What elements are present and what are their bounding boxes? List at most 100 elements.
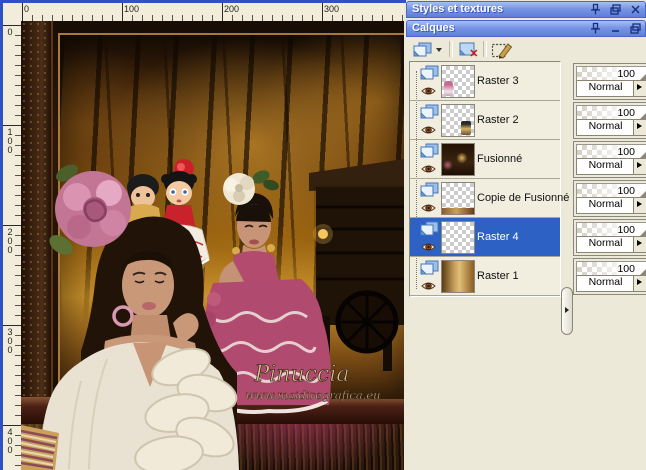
layer-properties: 100 Normal xyxy=(573,219,646,256)
opacity-value: 100 xyxy=(617,107,635,119)
dropdown-button[interactable] xyxy=(633,237,646,252)
blend-mode-dropdown[interactable]: Normal xyxy=(576,197,646,214)
blend-mode-value: Normal xyxy=(588,198,623,210)
layer-row[interactable]: Copie de Fusionné xyxy=(410,179,569,218)
pin-icon[interactable] xyxy=(589,22,602,35)
ruler-label: 200 xyxy=(224,4,240,14)
layer-properties: 100 Normal xyxy=(573,63,646,100)
dropdown-arrow-icon xyxy=(435,47,442,52)
splitter-handle[interactable] xyxy=(561,287,573,335)
styles-textures-titlebar[interactable]: Styles et textures xyxy=(406,1,646,18)
opacity-value: 100 xyxy=(617,146,635,158)
blend-mode-value: Normal xyxy=(588,81,623,93)
ruler-label: 0 xyxy=(5,27,15,36)
pin-icon[interactable] xyxy=(589,3,602,16)
dropdown-button[interactable] xyxy=(633,120,646,135)
right-arrow-icon xyxy=(637,279,642,285)
edit-selection-icon xyxy=(491,42,513,59)
blend-mode-dropdown[interactable]: Normal xyxy=(576,119,646,136)
toolbar-separator xyxy=(483,41,487,57)
layer-row-selected[interactable]: Raster 4 xyxy=(410,218,560,257)
visibility-eye-icon[interactable] xyxy=(421,239,436,251)
layer-thumbnail[interactable] xyxy=(441,65,475,98)
raster-layer-icon xyxy=(420,65,439,80)
layer-row[interactable]: Raster 1 xyxy=(410,257,560,296)
blend-mode-dropdown[interactable]: Normal xyxy=(576,275,646,292)
ruler-label: 300 xyxy=(5,327,15,354)
opacity-value: 100 xyxy=(617,68,635,80)
dropdown-button[interactable] xyxy=(633,276,646,291)
vertical-ruler: 0 100 200 300 400 xyxy=(3,21,22,470)
horizontal-ruler: 0 100 200 300 400 xyxy=(21,3,404,22)
layer-list: Raster 3 Raster 2 Fusionné Copie de Fusi… xyxy=(409,61,569,297)
ruler-label: 100 xyxy=(5,127,15,154)
layer-name: Raster 2 xyxy=(477,114,519,126)
visibility-eye-icon[interactable] xyxy=(421,200,436,212)
new-layer-icon xyxy=(413,42,431,56)
panel-title: Calques xyxy=(412,22,455,34)
app-window: 0 100 200 300 400 300 0 100 200 300 400 xyxy=(0,0,646,470)
minimize-icon[interactable] xyxy=(609,22,622,35)
layer-row[interactable]: Raster 3 xyxy=(410,62,560,101)
visibility-eye-icon[interactable] xyxy=(421,161,436,173)
visibility-eye-icon[interactable] xyxy=(421,122,436,134)
right-arrow-icon xyxy=(637,84,642,90)
visibility-eye-icon[interactable] xyxy=(421,83,436,95)
right-arrow-icon xyxy=(637,123,642,129)
blend-mode-value: Normal xyxy=(588,159,623,171)
blend-mode-dropdown[interactable]: Normal xyxy=(576,158,646,175)
pane-splitter[interactable] xyxy=(561,61,573,335)
right-arrow-icon xyxy=(637,201,642,207)
ruler-label: 0 xyxy=(24,4,30,14)
opacity-value: 100 xyxy=(617,263,635,275)
layer-properties: 100 Normal xyxy=(573,102,646,139)
layer-name: Raster 1 xyxy=(477,270,519,282)
layer-thumbnail[interactable] xyxy=(441,221,475,254)
close-icon[interactable] xyxy=(629,3,642,16)
blend-mode-value: Normal xyxy=(588,276,623,288)
dropdown-button[interactable] xyxy=(633,198,646,213)
layer-properties: 100 Normal xyxy=(573,258,646,295)
signature-text: Pinuccia xyxy=(254,362,350,387)
opacity-value: 100 xyxy=(617,185,635,197)
layer-thumbnail[interactable] xyxy=(441,182,475,215)
visibility-eye-icon[interactable] xyxy=(421,278,436,290)
new-layer-button[interactable] xyxy=(409,39,445,60)
collapse-arrow-icon xyxy=(565,307,569,313)
image-canvas[interactable]: Pinuccia www.maidiregrafica.eu xyxy=(21,21,404,470)
blend-mode-dropdown[interactable]: Normal xyxy=(576,80,646,97)
ruler-label: 400 xyxy=(5,427,15,454)
raster-layer-icon xyxy=(420,221,439,236)
layer-row[interactable]: Fusionné xyxy=(410,140,560,179)
layer-properties-column: 100 Normal 100 Normal 100 Normal 100 Nor… xyxy=(573,61,646,301)
layer-properties: 100 Normal xyxy=(573,180,646,217)
restore-icon[interactable] xyxy=(609,3,622,16)
opacity-value: 100 xyxy=(617,224,635,236)
raster-layer-icon xyxy=(420,182,439,197)
palette-dock: Styles et textures Calques ✕ Raster 3 Ra… xyxy=(406,0,646,470)
ruler-label: 300 xyxy=(324,4,340,14)
layer-thumbnail[interactable] xyxy=(441,104,475,137)
calques-titlebar[interactable]: Calques xyxy=(406,20,646,37)
edit-selection-button[interactable] xyxy=(488,39,516,60)
dropdown-button[interactable] xyxy=(633,159,646,174)
right-arrow-icon xyxy=(637,162,642,168)
ruler-label: 200 xyxy=(5,227,15,254)
layer-name: Raster 4 xyxy=(477,231,519,243)
layer-thumbnail[interactable] xyxy=(441,143,475,176)
right-arrow-icon xyxy=(637,240,642,246)
layer-properties: 100 Normal xyxy=(573,141,646,178)
layer-row[interactable]: Raster 2 xyxy=(410,101,560,140)
toolbar-separator xyxy=(449,41,453,57)
blend-mode-dropdown[interactable]: Normal xyxy=(576,236,646,253)
blend-mode-value: Normal xyxy=(588,237,623,249)
restore-icon[interactable] xyxy=(629,22,642,35)
delete-layer-button[interactable]: ✕ xyxy=(454,39,480,60)
layer-name: Fusionné xyxy=(477,153,523,165)
dropdown-button[interactable] xyxy=(633,81,646,96)
raster-layer-icon xyxy=(420,143,439,158)
figures-art: Pinuccia www.maidiregrafica.eu xyxy=(21,159,404,470)
panel-title: Styles et textures xyxy=(412,3,504,15)
blend-mode-value: Normal xyxy=(588,120,623,132)
layer-thumbnail[interactable] xyxy=(441,260,475,293)
